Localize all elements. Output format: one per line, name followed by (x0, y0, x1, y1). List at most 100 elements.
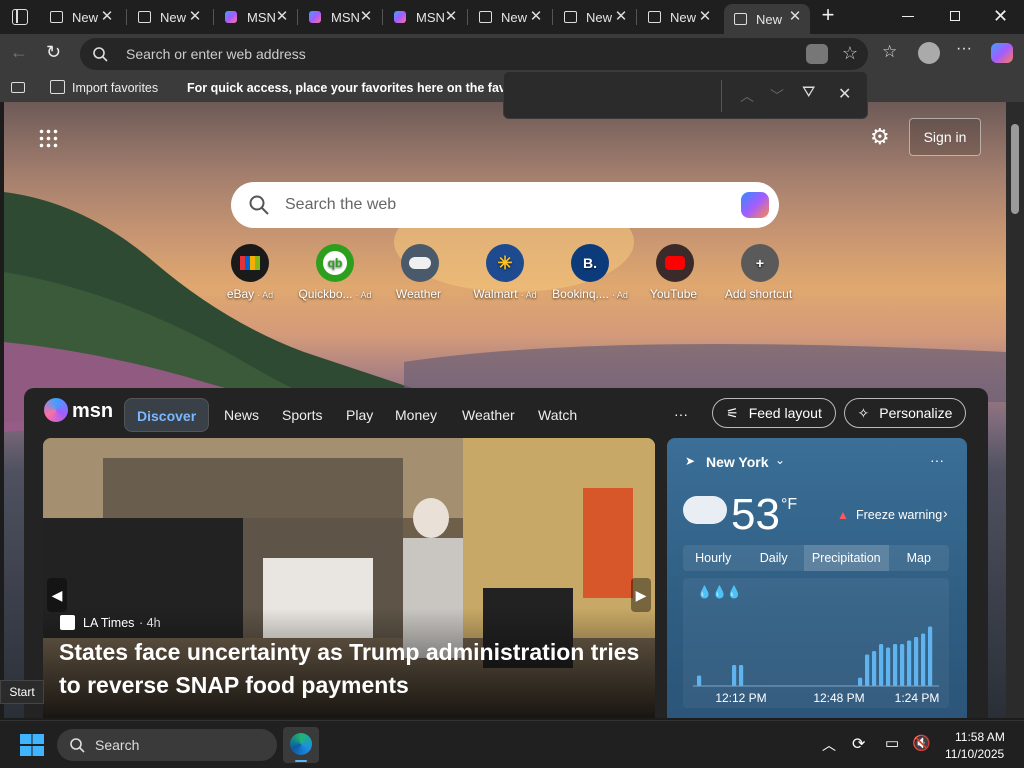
tab-actions-icon[interactable] (12, 9, 28, 25)
refresh-button[interactable]: ↻ (46, 42, 61, 63)
show-hidden-icons[interactable]: ︿ (822, 735, 836, 755)
tab-close-icon[interactable]: ✕ (357, 8, 375, 26)
find-next-icon[interactable]: ﹀ (770, 86, 784, 106)
tab-9[interactable]: New ✕ (724, 4, 810, 34)
precip-bar (928, 626, 933, 686)
copilot-icon[interactable] (741, 192, 769, 218)
shortcut-2[interactable]: qb Quickbo... · Ad (295, 244, 375, 301)
sidebar-toggle-icon[interactable] (11, 82, 25, 93)
find-previous-icon[interactable]: ︿ (740, 86, 754, 106)
edge-taskbar-icon[interactable] (283, 727, 319, 763)
carousel-prev-button[interactable]: ◀ (47, 578, 67, 612)
back-button[interactable]: ← (10, 42, 28, 63)
tab-8[interactable]: New ✕ (638, 4, 720, 30)
tab-close-icon[interactable]: ✕ (696, 8, 714, 26)
weather-card[interactable]: ➤ New York ⌄ ··· 53 °F ▲ Freeze warning … (667, 438, 967, 718)
precip-bar (921, 633, 926, 686)
sign-in-button[interactable]: Sign in (909, 118, 981, 156)
profile-avatar[interactable] (918, 42, 940, 64)
filter-icon[interactable]: ⛛ (802, 84, 815, 102)
settings-gear-icon[interactable]: ⚙ (870, 124, 890, 150)
shortcut-7[interactable]: + Add shortcut (720, 244, 800, 301)
news-card[interactable]: ◀ ▶ LA Times · 4h States face uncertaint… (43, 438, 655, 718)
windows-start-icon[interactable] (20, 734, 44, 756)
web-search-box[interactable]: Search the web (231, 182, 779, 228)
feed-nav-weather[interactable]: Weather (462, 398, 515, 432)
precipitation-chart: 💧💧💧 12:12 PM 12:48 PM 1:24 PM (683, 578, 949, 708)
shortcut-5[interactable]: B. Bookinq.... · Ad (550, 244, 630, 301)
new-tab-button[interactable]: + (816, 4, 840, 28)
news-headline[interactable]: States face uncertainty as Trump adminis… (59, 636, 649, 702)
tab-2[interactable]: New ✕ (128, 4, 210, 30)
scroll-thumb[interactable] (1011, 124, 1019, 214)
tab-6[interactable]: New ✕ (469, 4, 551, 30)
personalize-label: Personalize (879, 405, 953, 421)
weather-tab-precipitation[interactable]: Precipitation (803, 545, 889, 571)
find-input[interactable] (510, 78, 715, 114)
msn-logo-icon[interactable] (44, 398, 68, 422)
weather-tab-hourly[interactable]: Hourly (683, 545, 743, 571)
copilot-icon[interactable] (991, 43, 1013, 63)
display-icon[interactable]: ▭ (885, 734, 899, 752)
tab-3[interactable]: MSN ✕ (215, 4, 297, 30)
tab-1[interactable]: New ✕ (40, 4, 122, 30)
weather-more-button[interactable]: ··· (930, 452, 944, 468)
shortcut-6[interactable]: YouTube (635, 244, 715, 301)
more-options-icon[interactable]: ··· (956, 40, 972, 58)
favorite-star-icon[interactable]: ☆ (842, 43, 858, 64)
ad-label: · Ad (611, 290, 628, 300)
feed-nav-news[interactable]: News (224, 398, 259, 432)
tab-close-icon[interactable]: ✕ (527, 8, 545, 26)
shortcut-4[interactable]: ✳ Walmart · Ad (465, 244, 545, 301)
clock-time[interactable]: 11:58 AM (955, 730, 1005, 744)
feed-nav-play[interactable]: Play (346, 398, 373, 432)
tab-4[interactable]: MSN ✕ (299, 4, 381, 30)
shortcut-1[interactable]: eBay · Ad (210, 244, 290, 301)
tab-5[interactable]: MSN ✕ (384, 4, 466, 30)
msn-brand[interactable]: msn (72, 400, 113, 423)
weather-unit: °F (781, 496, 798, 513)
clock-date[interactable]: 11/10/2025 (945, 747, 1004, 761)
walmart-icon: ✳ (486, 244, 524, 282)
taskbar-search[interactable]: Search (57, 729, 277, 761)
restore-button[interactable] (950, 11, 960, 21)
tab-close-icon[interactable]: ✕ (786, 8, 804, 26)
weather-tab-map[interactable]: Map (889, 545, 949, 571)
feed-nav-sports[interactable]: Sports (282, 398, 322, 432)
tab-close-icon[interactable]: ✕ (98, 8, 116, 26)
carousel-next-button[interactable]: ▶ (631, 578, 651, 612)
tab-close-icon[interactable]: ✕ (186, 8, 204, 26)
read-aloud-icon[interactable] (806, 44, 828, 64)
shortcut-3[interactable]: Weather (380, 244, 460, 301)
import-favorites-icon[interactable] (50, 80, 65, 94)
feed-nav-watch[interactable]: Watch (538, 398, 577, 432)
tab-close-icon[interactable]: ✕ (273, 8, 291, 26)
weather-tab-daily[interactable]: Daily (743, 545, 803, 571)
minimize-button[interactable] (902, 16, 914, 17)
news-source[interactable]: LA Times (83, 616, 134, 630)
feed-more-button[interactable]: ··· (674, 406, 688, 422)
sync-icon[interactable]: ⟳ (852, 734, 865, 754)
find-close-icon[interactable]: ✕ (838, 84, 851, 104)
apps-launcher-icon[interactable] (38, 128, 58, 148)
chevron-right-icon[interactable]: › (943, 505, 948, 521)
tab-separator (382, 9, 383, 25)
feed-nav-money[interactable]: Money (395, 398, 437, 432)
tab-close-icon[interactable]: ✕ (612, 8, 630, 26)
tab-7[interactable]: New ✕ (554, 4, 636, 30)
address-bar[interactable]: Search or enter web address ☆ (80, 38, 868, 70)
page-scrollbar[interactable] (1006, 102, 1024, 718)
weather-city[interactable]: New York (706, 454, 769, 470)
volume-icon[interactable]: 🔇 (912, 734, 931, 752)
ad-label: · Ad (257, 290, 274, 300)
feed-layout-button[interactable]: ⚟ Feed layout (712, 398, 836, 428)
favorites-icon[interactable]: ☆ (882, 42, 897, 62)
chevron-down-icon[interactable]: ⌄ (775, 453, 785, 467)
import-favorites-link[interactable]: Import favorites (72, 81, 158, 95)
personalize-button[interactable]: ✧ Personalize (844, 398, 966, 428)
weather-alert[interactable]: Freeze warning (856, 508, 942, 522)
feed-nav-discover[interactable]: Discover (124, 398, 210, 432)
tab-close-icon[interactable]: ✕ (442, 8, 460, 26)
tab-separator (467, 9, 468, 25)
close-window-button[interactable]: ✕ (993, 6, 1008, 27)
